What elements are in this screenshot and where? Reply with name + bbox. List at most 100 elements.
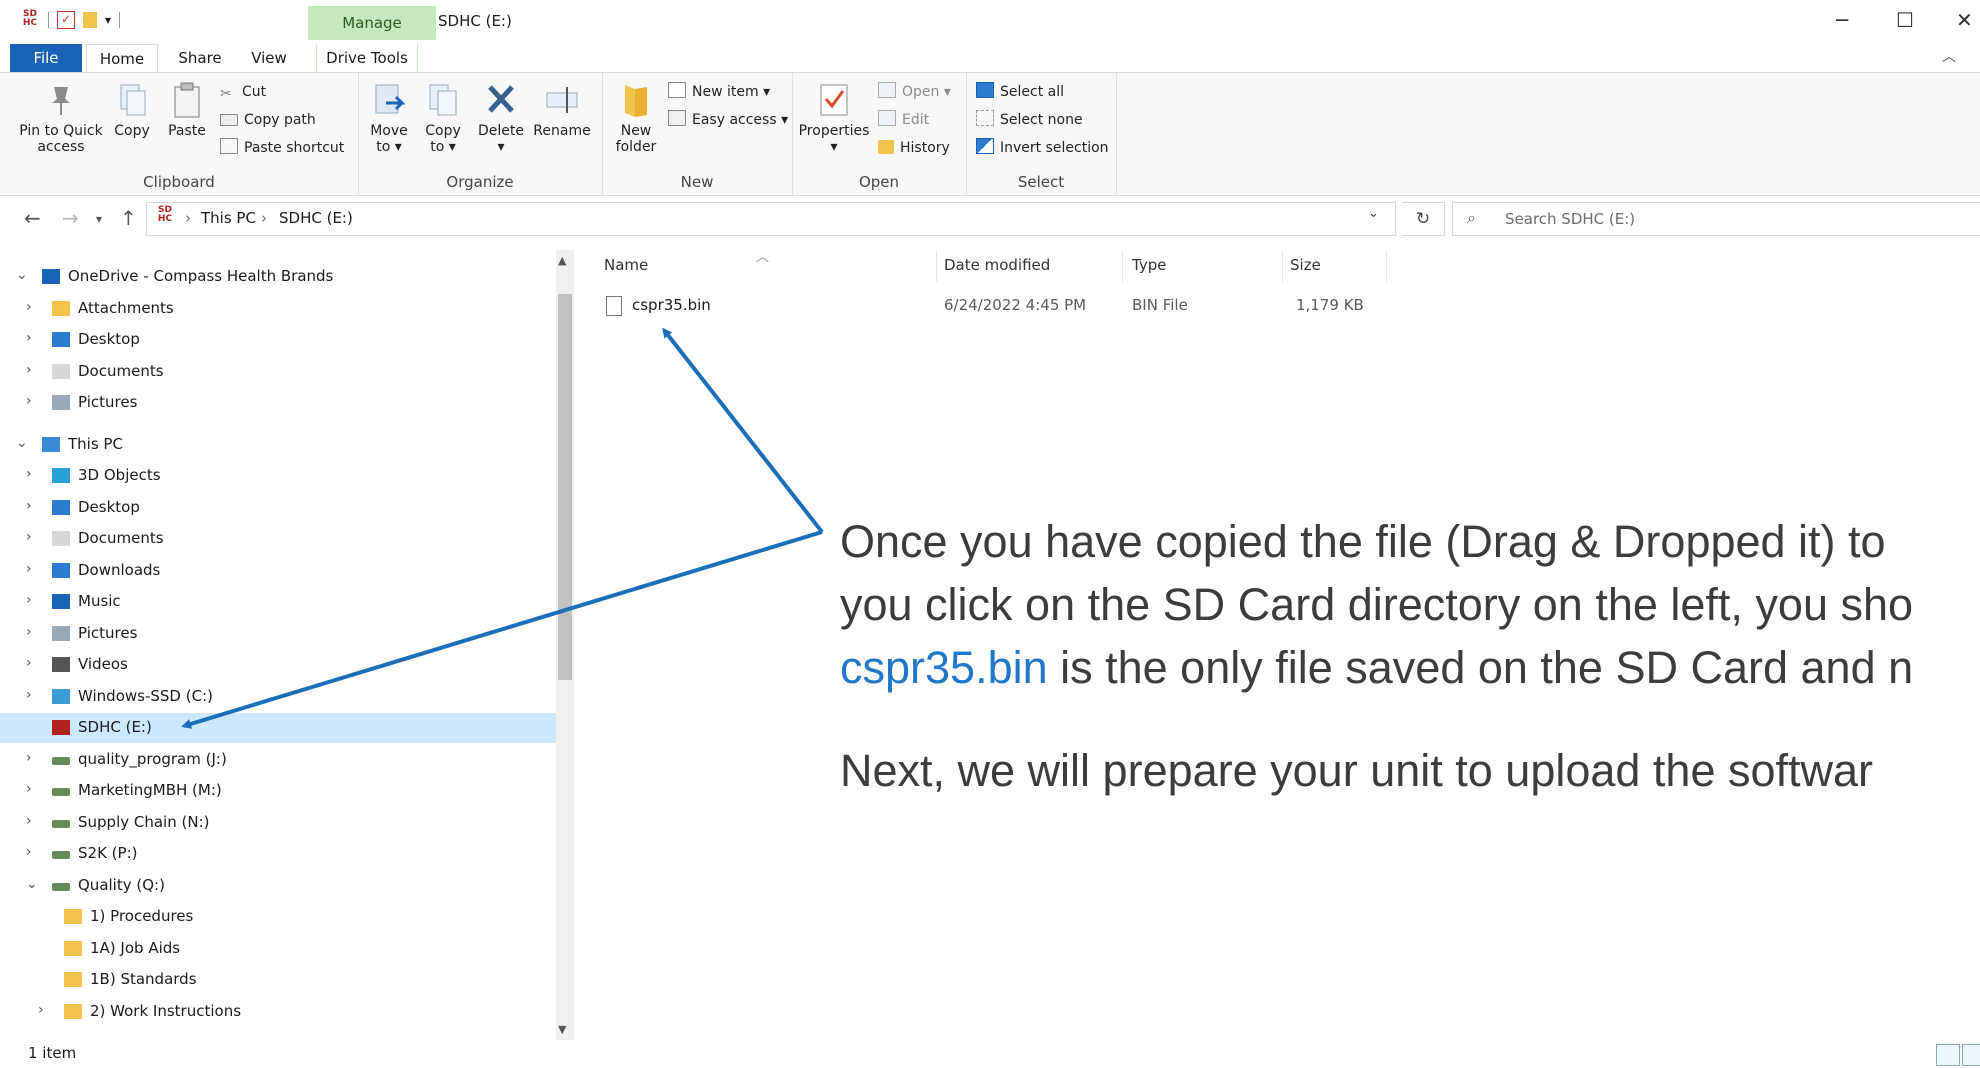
address-dropdown-icon[interactable]: ⌄ [1368, 206, 1379, 221]
sidebar-item[interactable]: › Windows-SSD (C:) [0, 682, 556, 712]
history-button[interactable]: History [878, 137, 950, 159]
sidebar-item[interactable]: › 3D Objects [0, 461, 556, 491]
breadcrumb-sdhc[interactable]: SDHC (E:) [279, 209, 353, 227]
ribbon-collapse-icon[interactable]: ︿ [1942, 46, 1956, 66]
scrollbar-thumb[interactable] [558, 294, 572, 680]
maximize-icon[interactable]: ☐ [1896, 8, 1914, 32]
sidebar-item[interactable]: 1A) Job Aids [0, 934, 556, 964]
chevron-right-icon[interactable]: › [26, 466, 32, 482]
paste-button[interactable]: Paste [162, 81, 212, 139]
recent-locations-icon[interactable]: ▾ [96, 212, 102, 226]
chevron-right-icon[interactable]: › [38, 1002, 44, 1018]
rename-button[interactable]: Rename [530, 81, 594, 139]
chevron-down-icon[interactable]: ⌄ [26, 876, 38, 892]
select-all-button[interactable]: Select all [976, 81, 1064, 103]
chevron-right-icon[interactable]: › [26, 330, 32, 346]
copy-to-button[interactable]: Copy to ▾ [418, 81, 468, 155]
edit-button[interactable]: Edit [878, 109, 929, 131]
sidebar-item[interactable]: 1) Procedures [0, 902, 556, 932]
sidebar-item[interactable]: › S2K (P:) [0, 839, 556, 869]
column-header-name[interactable]: Name [604, 256, 648, 274]
column-separator[interactable] [1386, 252, 1387, 282]
refresh-icon[interactable]: ↻ [1402, 202, 1445, 236]
copy-button[interactable]: Copy [110, 81, 154, 139]
chevron-down-icon[interactable]: ⌄ [16, 267, 28, 283]
up-arrow-icon[interactable]: ↑ [120, 206, 137, 230]
nav-scrollbar[interactable]: ▲ ▼ [556, 250, 574, 1040]
sidebar-item[interactable]: ⌄ Quality (Q:) [0, 871, 556, 901]
tab-view[interactable]: View [244, 44, 294, 72]
column-header-type[interactable]: Type [1132, 256, 1166, 274]
invert-selection-button[interactable]: Invert selection [976, 137, 1109, 159]
sidebar-item[interactable]: › Attachments [0, 294, 556, 324]
scroll-down-icon[interactable]: ▼ [558, 1023, 566, 1036]
back-arrow-icon[interactable]: ← [24, 206, 41, 230]
sidebar-item[interactable]: SDHC (E:) [0, 713, 556, 743]
sidebar-item[interactable]: › Pictures [0, 619, 556, 649]
new-item-button[interactable]: New item ▾ [668, 81, 770, 103]
sidebar-item[interactable]: › 2) Work Instructions [0, 997, 556, 1027]
sidebar-item[interactable]: › quality_program (J:) [0, 745, 556, 775]
sidebar-item[interactable]: 1B) Standards [0, 965, 556, 995]
new-folder-button[interactable]: New folder [608, 81, 664, 155]
chevron-right-icon[interactable]: › [26, 750, 32, 766]
details-view-icon[interactable] [1936, 1044, 1960, 1066]
column-header-date[interactable]: Date modified [944, 256, 1050, 274]
tab-share[interactable]: Share [170, 44, 230, 72]
properties-quick-icon[interactable]: ✓ [57, 11, 75, 29]
sidebar-item[interactable]: › Music [0, 587, 556, 617]
tab-home[interactable]: Home [86, 44, 158, 73]
new-folder-quick-icon[interactable] [83, 12, 97, 28]
paste-shortcut-button[interactable]: Paste shortcut [220, 137, 344, 159]
table-row[interactable]: cspr35.bin 6/24/2022 4:45 PM BIN File 1,… [596, 292, 1596, 320]
forward-arrow-icon[interactable]: → [62, 206, 79, 230]
sidebar-item[interactable]: ⌄ This PC [0, 430, 556, 460]
column-separator[interactable] [936, 252, 937, 282]
column-header-size[interactable]: Size [1290, 256, 1321, 274]
delete-dropdown-icon[interactable]: ▾ [476, 139, 526, 155]
sidebar-item[interactable]: › MarketingMBH (M:) [0, 776, 556, 806]
sidebar-item[interactable]: ⌄ OneDrive - Compass Health Brands [0, 262, 556, 292]
scroll-up-icon[interactable]: ▲ [558, 254, 566, 267]
sidebar-item[interactable]: › Desktop [0, 493, 556, 523]
column-separator[interactable] [1122, 252, 1123, 282]
open-button[interactable]: Open ▾ [878, 81, 951, 103]
chevron-right-icon[interactable]: › [26, 624, 32, 640]
chevron-right-icon[interactable]: › [26, 592, 32, 608]
sidebar-item[interactable]: › Desktop [0, 325, 556, 355]
cut-button[interactable]: ✂ Cut [220, 81, 266, 103]
sidebar-item[interactable]: › Documents [0, 524, 556, 554]
column-separator[interactable] [1282, 252, 1283, 282]
sidebar-item[interactable]: › Documents [0, 357, 556, 387]
minimize-icon[interactable]: ─ [1836, 8, 1848, 32]
chevron-right-icon[interactable]: › [26, 498, 32, 514]
sidebar-item[interactable]: › Downloads [0, 556, 556, 586]
tab-drive-tools[interactable]: Drive Tools [316, 44, 418, 72]
chevron-right-icon[interactable]: › [26, 362, 32, 378]
breadcrumb-this-pc[interactable]: This PC [201, 209, 256, 227]
chevron-down-icon[interactable]: ⌄ [16, 435, 28, 451]
chevron-right-icon[interactable]: › [26, 687, 32, 703]
chevron-right-icon[interactable]: › [26, 844, 32, 860]
sidebar-item[interactable]: › Supply Chain (N:) [0, 808, 556, 838]
sidebar-item[interactable]: › Pictures [0, 388, 556, 418]
tab-file[interactable]: File [10, 44, 82, 72]
breadcrumb-chevron-icon[interactable]: › [185, 209, 191, 227]
chevron-right-icon[interactable]: › [26, 561, 32, 577]
properties-dropdown-icon[interactable]: ▾ [796, 139, 872, 155]
large-icons-view-icon[interactable] [1962, 1044, 1980, 1066]
chevron-right-icon[interactable]: › [26, 529, 32, 545]
chevron-right-icon[interactable]: › [26, 655, 32, 671]
chevron-right-icon[interactable]: › [26, 393, 32, 409]
address-bar[interactable]: SD HC › This PC › SDHC (E:) [146, 202, 1396, 236]
easy-access-button[interactable]: Easy access ▾ [668, 109, 788, 131]
properties-button[interactable]: Properties ▾ [796, 81, 872, 155]
customize-toolbar-icon[interactable]: ▾ [105, 13, 111, 27]
chevron-right-icon[interactable]: › [26, 813, 32, 829]
search-input[interactable]: ⌕ Search SDHC (E:) [1452, 202, 1980, 236]
pin-to-quick-access-button[interactable]: Pin to Quick access [18, 81, 104, 155]
close-icon[interactable]: ✕ [1956, 8, 1973, 32]
chevron-right-icon[interactable]: › [26, 299, 32, 315]
move-to-button[interactable]: Move to ▾ [364, 81, 414, 155]
sidebar-item[interactable]: › Videos [0, 650, 556, 680]
